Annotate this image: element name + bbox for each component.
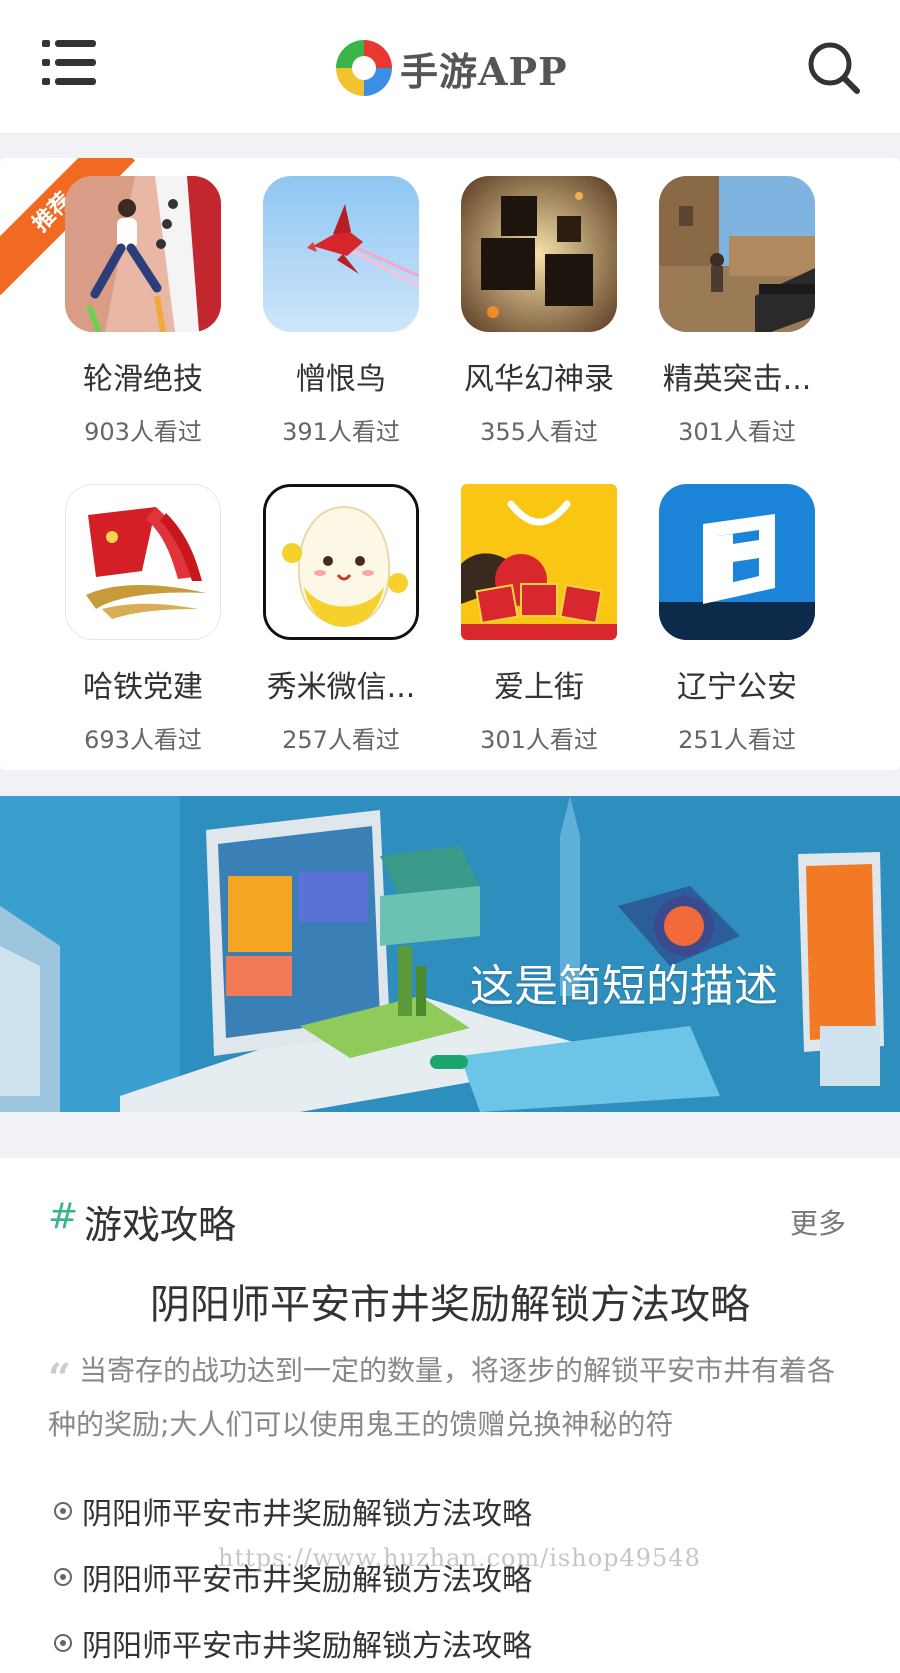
app-name: 风华幻神录 bbox=[464, 362, 614, 397]
carousel-indicator[interactable] bbox=[430, 1055, 468, 1069]
bullet-icon bbox=[54, 1502, 72, 1520]
app-name: 秀米微信... bbox=[266, 670, 416, 705]
fantasy-game-icon bbox=[461, 176, 617, 332]
promo-banner[interactable]: 这是简短的描述 bbox=[0, 796, 900, 1112]
logo-ring-icon bbox=[336, 40, 392, 96]
menu-icon[interactable] bbox=[42, 40, 96, 86]
recommended-apps: 推荐 轮滑绝技 903人看过 憎恨鸟 391人看过 风华幻神录 355人看过 精… bbox=[0, 158, 900, 770]
bullet-icon bbox=[54, 1634, 72, 1652]
more-link[interactable]: 更多 bbox=[790, 1202, 846, 1242]
app-views: 257人看过 bbox=[282, 726, 400, 754]
app-name: 轮滑绝技 bbox=[83, 362, 203, 397]
game-guide-section: # 游戏攻略 更多 阴阳师平安市井奖励解锁方法攻略 “当寄存的战功达到一定的数量… bbox=[0, 1158, 900, 1673]
party-flag-icon bbox=[65, 484, 221, 640]
app-views: 355人看过 bbox=[480, 418, 598, 446]
red-bird-icon bbox=[263, 176, 419, 332]
article-link[interactable]: 阴阳师平安市井奖励解锁方法攻略 bbox=[54, 1491, 532, 1532]
excerpt-text: 当寄存的战功达到一定的数量，将逐步的解锁平安市井有着各种的奖励;大人们可以使用鬼… bbox=[48, 1354, 836, 1441]
shopping-bag-icon bbox=[461, 484, 617, 640]
app-name: 精英突击... bbox=[662, 362, 812, 397]
section-hash-icon: # bbox=[48, 1196, 79, 1237]
bullet-icon bbox=[54, 1568, 72, 1586]
section-title: 游戏攻略 bbox=[84, 1203, 237, 1247]
app-views: 251人看过 bbox=[678, 726, 796, 754]
top-bar: 手游APP bbox=[0, 0, 900, 134]
app-views: 391人看过 bbox=[282, 418, 400, 446]
app-views: 903人看过 bbox=[84, 418, 202, 446]
article-excerpt: “当寄存的战功达到一定的数量，将逐步的解锁平安市井有着各种的奖励;大人们可以使用… bbox=[48, 1344, 854, 1456]
shooter-game-icon bbox=[659, 176, 815, 332]
quote-icon: “ bbox=[48, 1355, 72, 1402]
search-icon[interactable] bbox=[806, 40, 862, 96]
skater-icon bbox=[65, 176, 221, 332]
watermark: https://www.huzhan.com/ishop49548 bbox=[218, 1544, 701, 1572]
app-logo[interactable]: 手游APP bbox=[334, 38, 568, 98]
app-name: 辽宁公安 bbox=[677, 670, 797, 705]
app-name: 爱上街 bbox=[494, 670, 584, 705]
article-link-text: 阴阳师平安市井奖励解锁方法攻略 bbox=[82, 1497, 532, 1532]
rice-mascot-icon bbox=[263, 484, 419, 640]
app-views: 301人看过 bbox=[480, 726, 598, 754]
article-link[interactable]: 阴阳师平安市井奖励解锁方法攻略 bbox=[54, 1623, 532, 1664]
app-name: 憎恨鸟 bbox=[296, 362, 386, 397]
featured-article-title[interactable]: 阴阳师平安市井奖励解锁方法攻略 bbox=[0, 1272, 900, 1330]
banner-caption: 这是简短的描述 bbox=[470, 961, 778, 1012]
police-shield-icon bbox=[659, 484, 815, 640]
app-name: 哈铁党建 bbox=[83, 670, 203, 705]
article-link-text: 阴阳师平安市井奖励解锁方法攻略 bbox=[82, 1629, 532, 1664]
app-title: 手游APP bbox=[400, 48, 568, 94]
app-views: 301人看过 bbox=[678, 418, 796, 446]
app-views: 693人看过 bbox=[84, 726, 202, 754]
